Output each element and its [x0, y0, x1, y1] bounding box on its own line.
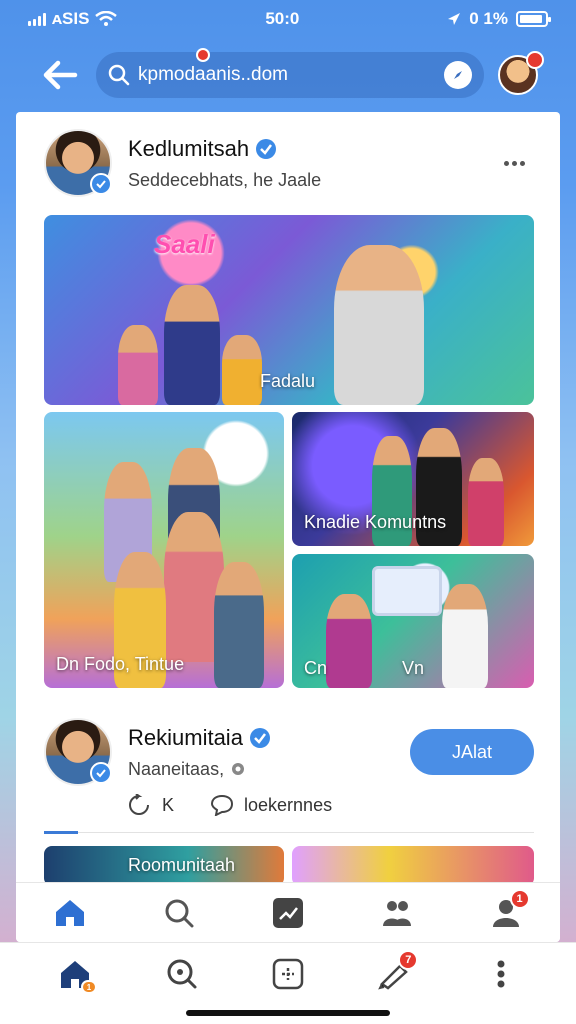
search-notification-dot [196, 48, 210, 62]
tab-activity[interactable] [262, 887, 314, 939]
more-icon [497, 960, 505, 988]
nav-more[interactable] [475, 948, 527, 1000]
join-button[interactable]: JAlat [410, 729, 534, 775]
tab-groups[interactable] [371, 887, 423, 939]
status-left: ᴀSIS [28, 9, 118, 29]
profile-badge: 1 [509, 888, 530, 909]
search-input[interactable] [138, 64, 436, 86]
tile-caption: Knadie Komuntns [304, 512, 447, 532]
post2-actions: K loekernnes [128, 794, 332, 816]
bottom-nav: 1 7 [0, 942, 576, 1024]
search-icon [165, 899, 194, 927]
verified-icon [90, 762, 112, 784]
comment-icon [211, 794, 234, 816]
status-bar: ᴀSIS 50:0 0 1% [0, 0, 576, 38]
home-icon [56, 899, 85, 926]
dot-icon [519, 160, 525, 166]
dot-icon [511, 160, 517, 166]
chart-icon [272, 897, 303, 928]
battery-level [520, 15, 543, 23]
media-tile-2[interactable]: Dn Fodo, Tintue [44, 412, 284, 688]
tablet-screen [372, 566, 442, 616]
post2-author[interactable]: Rekiumitaia [128, 725, 243, 751]
post2-meta: Rekiumitaia Naaneitaas, [128, 725, 410, 780]
battery-percent: 0 1% [469, 9, 508, 28]
person-figure [442, 584, 488, 688]
nav-home[interactable]: 1 [49, 948, 101, 1000]
reply-icon [129, 794, 149, 815]
person-figure [334, 245, 424, 405]
avatar-badge [526, 51, 544, 69]
author-avatar[interactable] [44, 129, 112, 197]
post2-header: Rekiumitaia Naaneitaas, JAlat [44, 717, 534, 787]
preview-caption: Roomunitaah [128, 855, 236, 875]
media-tile-3[interactable]: Knadie Komuntns [292, 412, 534, 546]
feed-card: Kedlumitsah Seddecebhats, he Jaale Saali… [16, 112, 560, 942]
tile-caption: Fadalu [260, 371, 316, 391]
compass-button[interactable] [444, 61, 472, 89]
person-figure [214, 562, 264, 688]
carrier-label: ᴀSIS [52, 9, 90, 28]
tile-caption: Dn Fodo, Tintue [56, 654, 185, 674]
location-icon [448, 13, 461, 25]
search-bar[interactable] [96, 48, 484, 98]
person-figure [164, 285, 220, 405]
post2-subtitle-row: Naaneitaas, [128, 759, 410, 780]
post-meta: Kedlumitsah Seddecebhats, he Jaale [128, 136, 494, 191]
nav-notifications[interactable]: 7 [368, 948, 420, 1000]
clock: 50:0 [265, 9, 300, 28]
nav-add[interactable] [262, 948, 314, 1000]
back-button[interactable] [38, 53, 82, 97]
profile-avatar[interactable] [498, 51, 544, 95]
more-options-button[interactable] [494, 148, 534, 178]
comment-action[interactable]: loekernnes [210, 794, 332, 816]
reply-label: K [162, 794, 175, 815]
media-tile-1[interactable]: Saali Fadalu [44, 215, 534, 405]
verified-icon [90, 173, 112, 195]
post2-author-row: Rekiumitaia [128, 725, 410, 751]
comment-label: loekernnes [244, 794, 333, 815]
notifications-badge: 7 [398, 950, 419, 970]
wifi-icon [95, 11, 118, 26]
post-header: Kedlumitsah Seddecebhats, he Jaale [44, 128, 534, 198]
compass-icon [454, 71, 462, 79]
home-badge: 1 [80, 980, 98, 994]
preview-tile-1[interactable]: Roomunitaah [44, 846, 284, 886]
groups-icon [382, 900, 411, 926]
media-tile-4[interactable]: Cn Vn [292, 554, 534, 688]
divider-active-indicator [44, 831, 78, 834]
person-figure [222, 335, 262, 405]
add-icon [272, 958, 304, 990]
post-subtitle: Seddecebhats, he Jaale [128, 169, 322, 190]
tab-home[interactable] [44, 887, 96, 939]
dot-icon [503, 160, 509, 166]
tab-profile[interactable]: 1 [480, 887, 532, 939]
author-avatar[interactable] [44, 718, 112, 786]
post-author[interactable]: Kedlumitsah [128, 136, 249, 162]
inner-tab-bar: 1 [16, 882, 560, 942]
preview-tile-2[interactable] [292, 846, 534, 886]
post2-subtitle: Naaneitaas, [128, 758, 225, 779]
person-figure [118, 325, 158, 405]
search-icon [108, 64, 130, 86]
signal-icon [28, 12, 46, 26]
post-author-row: Kedlumitsah [128, 136, 494, 162]
home-indicator[interactable] [186, 1010, 390, 1016]
status-right: 0 1% [447, 9, 551, 29]
gear-icon [232, 763, 245, 775]
bottom-nav-row: 1 7 [0, 943, 576, 1005]
nav-explore[interactable] [156, 948, 208, 1000]
reply-action[interactable]: K [128, 794, 174, 816]
divider [44, 832, 534, 833]
tile-caption: Cn Vn [304, 658, 425, 678]
tab-search[interactable] [153, 887, 205, 939]
person-figure [468, 458, 504, 546]
explore-icon [167, 959, 197, 989]
battery-icon [516, 11, 551, 27]
tile-overlay-text: Saali [154, 229, 215, 259]
verified-badge-icon [256, 138, 277, 159]
arrow-left-icon [43, 60, 78, 90]
verified-badge-icon [249, 727, 270, 748]
top-bar [16, 38, 560, 112]
